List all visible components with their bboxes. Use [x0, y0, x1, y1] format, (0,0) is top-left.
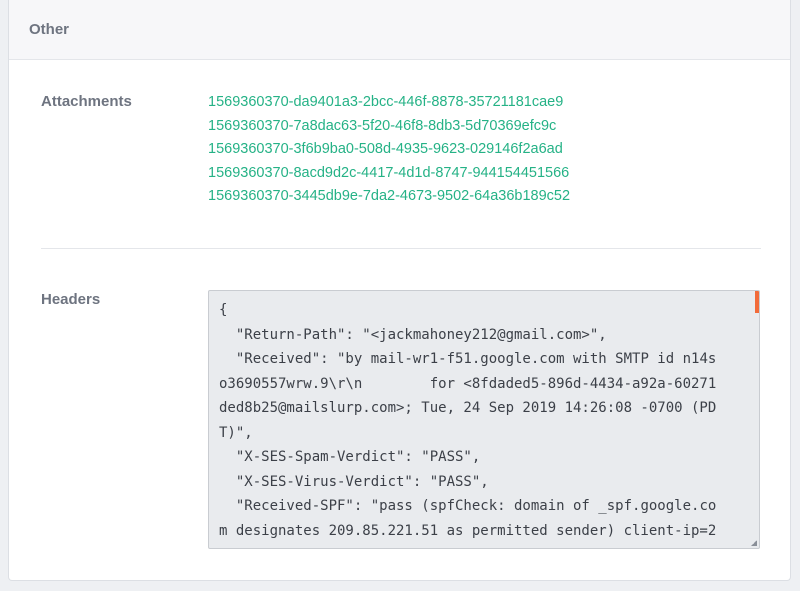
section-divider — [41, 248, 761, 249]
section-title: Other — [29, 21, 70, 38]
attachments-label: Attachments — [41, 93, 132, 110]
attachment-link[interactable]: 1569360370-3445db9e-7da2-4673-9502-64a36… — [208, 186, 570, 210]
attachment-link[interactable]: 1569360370-da9401a3-2bcc-446f-8878-35721… — [208, 92, 570, 116]
other-card: Other Attachments 1569360370-da9401a3-2b… — [8, 0, 791, 581]
headers-textarea[interactable]: { "Return-Path": "<jackmahoney212@gmail.… — [208, 290, 760, 549]
card-header: Other — [9, 0, 790, 60]
scrollbar-thumb[interactable] — [755, 291, 759, 313]
attachment-link[interactable]: 1569360370-8acd9d2c-4417-4d1d-8747-94415… — [208, 163, 570, 187]
resize-handle-icon[interactable] — [751, 540, 757, 546]
attachment-link[interactable]: 1569360370-3f6b9ba0-508d-4935-9623-02914… — [208, 139, 570, 163]
headers-label: Headers — [41, 291, 101, 308]
headers-content: { "Return-Path": "<jackmahoney212@gmail.… — [219, 302, 717, 548]
attachment-link[interactable]: 1569360370-7a8dac63-5f20-46f8-8db3-5d703… — [208, 116, 570, 140]
attachments-list: 1569360370-da9401a3-2bcc-446f-8878-35721… — [208, 92, 570, 210]
